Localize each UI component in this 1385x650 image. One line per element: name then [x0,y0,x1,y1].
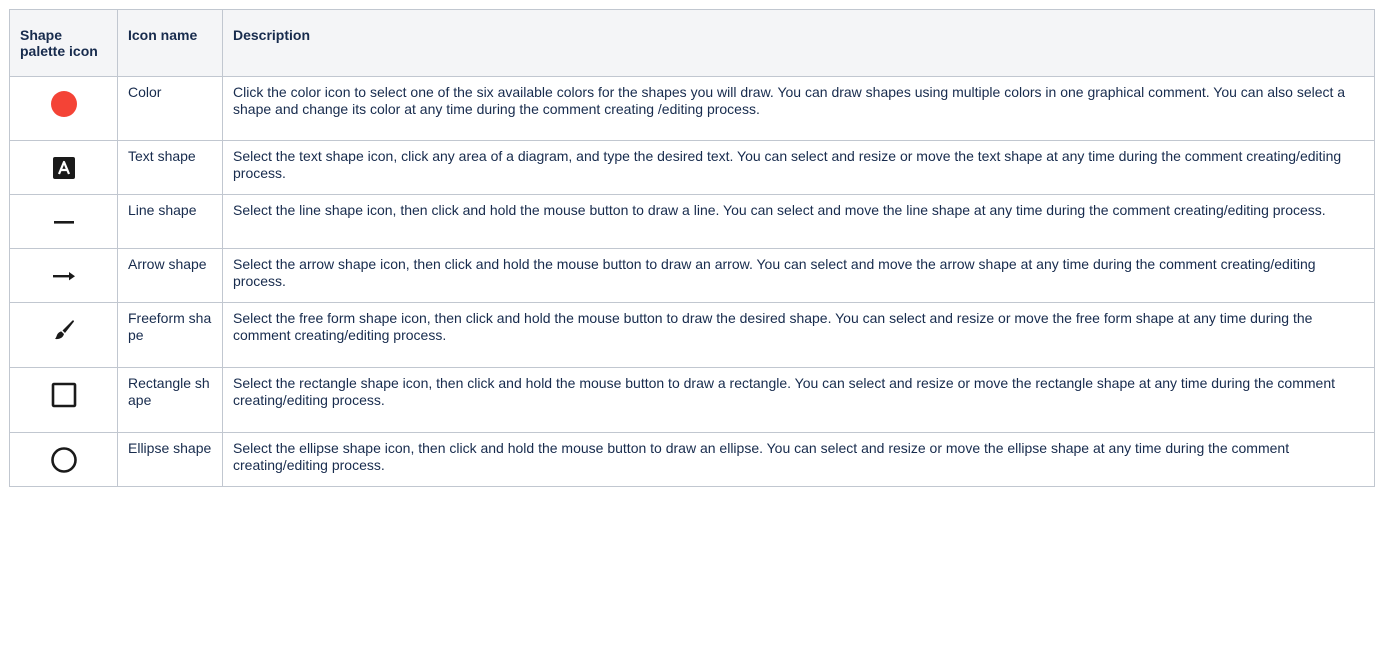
icon-name-cell: Rectangle shape [117,367,223,433]
description-cell: Select the line shape icon, then click a… [222,194,1375,249]
icon-name-cell: Text shape [117,140,223,195]
description-cell: Select the free form shape icon, then cl… [222,302,1375,368]
table-row: Line shape Select the line shape icon, t… [9,194,1375,249]
red-circle-icon [50,91,77,117]
icon-name-cell: Arrow shape [117,248,223,303]
arrow-right-icon [52,272,75,281]
description-cell: Select the arrow shape icon, then click … [222,248,1375,303]
icon-cell [9,248,118,303]
table-header-row: Shape palette icon Icon name Description [9,9,1375,77]
icon-name-cell: Freeform shape [117,302,223,368]
table-row: Text shape Select the text shape icon, c… [9,140,1375,195]
icon-cell [9,367,118,433]
square-outline-icon [51,382,76,408]
description-cell: Select the rectangle shape icon, then cl… [222,367,1375,433]
header-icon-name: Icon name [117,9,223,77]
icon-name-cell: Ellipse shape [117,432,223,487]
brush-icon [54,320,74,340]
icon-cell [9,302,118,368]
description-cell: Select the ellipse shape icon, then clic… [222,432,1375,487]
text-a-icon [52,157,75,179]
header-description: Description [222,9,1375,77]
header-shape-palette-icon: Shape palette icon [9,9,118,77]
description-cell: Click the color icon to select one of th… [222,76,1375,141]
icon-cell [9,76,118,141]
table-row: Rectangle shape Select the rectangle sha… [9,367,1375,433]
icon-cell [9,194,118,249]
circle-outline-icon [50,447,77,473]
icon-cell [9,140,118,195]
icon-name-cell: Color [117,76,223,141]
shape-palette-table: Shape palette icon Icon name Description… [9,9,1375,487]
line-icon [53,221,74,224]
table-row: Freeform shape Select the free form shap… [9,302,1375,368]
icon-name-cell: Line shape [117,194,223,249]
icon-cell [9,432,118,487]
table-row: Arrow shape Select the arrow shape icon,… [9,248,1375,303]
table-row: Color Click the color icon to select one… [9,76,1375,141]
description-cell: Select the text shape icon, click any ar… [222,140,1375,195]
table-row: Ellipse shape Select the ellipse shape i… [9,432,1375,487]
